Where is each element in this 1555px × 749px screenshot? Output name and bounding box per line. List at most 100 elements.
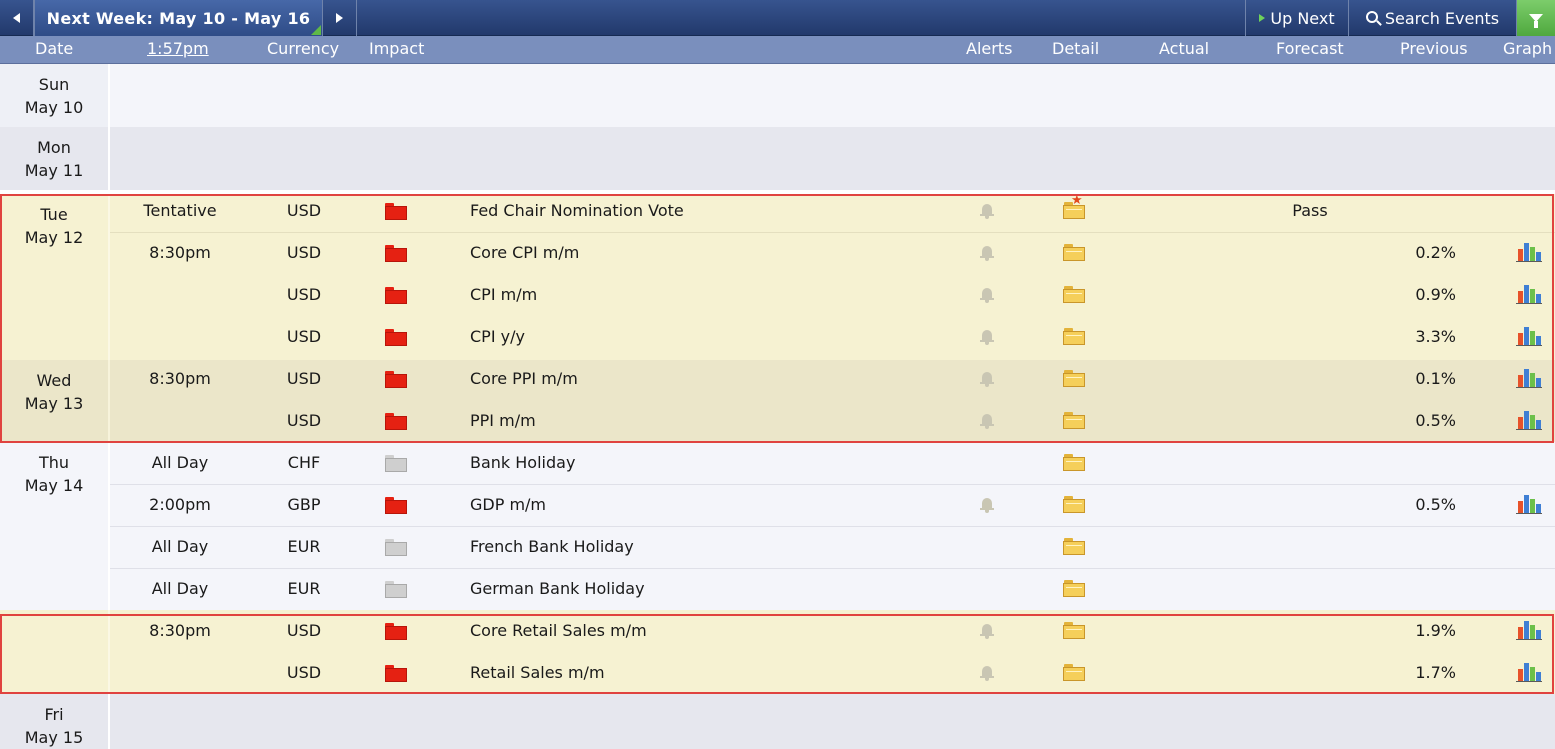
high-impact-icon[interactable]: [385, 413, 407, 430]
detail-folder-icon[interactable]: [1063, 316, 1087, 358]
high-impact-icon[interactable]: [385, 497, 407, 514]
high-impact-icon[interactable]: [385, 329, 407, 346]
filter-button[interactable]: [1517, 0, 1555, 36]
detail-folder-icon[interactable]: [1063, 526, 1087, 568]
event-name[interactable]: Core Retail Sales m/m: [470, 610, 647, 652]
alert-bell-icon[interactable]: [980, 274, 1000, 316]
non-economic-impact-icon[interactable]: [385, 581, 407, 598]
graph-icon[interactable]: [1516, 400, 1542, 442]
impact-body: [385, 542, 407, 556]
folder-body: [1063, 415, 1085, 429]
detail-folder-icon[interactable]: [1063, 232, 1087, 274]
folder-shape: [1063, 538, 1085, 555]
event-name[interactable]: Fed Chair Nomination Vote: [470, 190, 684, 232]
alert-bell-icon[interactable]: [980, 316, 1000, 358]
event-row[interactable]: All Day CHF Bank Holiday: [0, 442, 1555, 484]
event-name[interactable]: German Bank Holiday: [470, 568, 645, 610]
folder-body: [1063, 247, 1085, 261]
current-time-link[interactable]: 1:57pm: [147, 36, 209, 64]
up-next-button[interactable]: Up Next: [1245, 0, 1349, 36]
event-row[interactable]: 8:30pm USD Core Retail Sales m/m 1.9%: [0, 610, 1555, 652]
high-impact-icon[interactable]: [385, 245, 407, 262]
alert-bell-icon[interactable]: [980, 652, 1000, 694]
event-name[interactable]: Retail Sales m/m: [470, 652, 605, 694]
high-impact-icon[interactable]: [385, 371, 407, 388]
event-row[interactable]: All Day EUR French Bank Holiday: [0, 526, 1555, 568]
search-events-button[interactable]: Search Events: [1349, 0, 1517, 36]
event-row[interactable]: USD CPI y/y 3.3%: [0, 316, 1555, 358]
column-header-bar: Date 1:57pm Currency Impact Alerts Detai…: [0, 36, 1555, 64]
folder-shape: ★: [1063, 194, 1085, 219]
bell-shape: [980, 624, 994, 639]
detail-folder-icon[interactable]: [1063, 358, 1087, 400]
event-row[interactable]: USD Retail Sales m/m 1.7%: [0, 652, 1555, 694]
event-forecast: [1250, 316, 1370, 358]
event-row[interactable]: USD CPI m/m 0.9%: [0, 274, 1555, 316]
graph-icon[interactable]: [1516, 274, 1542, 316]
non-economic-impact-icon[interactable]: [385, 539, 407, 556]
alert-bell-icon[interactable]: [980, 190, 1000, 232]
detail-folder-icon[interactable]: [1063, 442, 1087, 484]
high-impact-icon[interactable]: [385, 203, 407, 220]
folder-shape: [1063, 370, 1085, 387]
alert-bell-icon[interactable]: [980, 232, 1000, 274]
graph-bar: [1524, 495, 1529, 513]
alert-bell-icon[interactable]: [980, 484, 1000, 526]
week-title[interactable]: Next Week: May 10 - May 16: [34, 0, 323, 36]
alert-bell-icon[interactable]: [980, 400, 1000, 442]
graph-bar: [1536, 672, 1541, 681]
graph-icon[interactable]: [1516, 610, 1542, 652]
high-impact-icon[interactable]: [385, 665, 407, 682]
graph-baseline: [1516, 261, 1542, 262]
folder-body: [1063, 667, 1085, 681]
event-name[interactable]: CPI m/m: [470, 274, 537, 316]
event-name[interactable]: PPI m/m: [470, 400, 536, 442]
day-group-fri: Fri May 15: [0, 694, 1555, 749]
graph-icon[interactable]: [1516, 316, 1542, 358]
event-name[interactable]: GDP m/m: [470, 484, 546, 526]
event-row[interactable]: Tentative USD Fed Chair Nomination Vote ★ Pa…: [0, 190, 1555, 232]
event-currency: CHF: [287, 453, 321, 472]
detail-folder-icon[interactable]: [1063, 400, 1087, 442]
event-row[interactable]: 8:30pm USD Core PPI m/m 0.1%: [0, 358, 1555, 400]
graph-bar: [1530, 373, 1535, 387]
detail-folder-icon[interactable]: [1063, 274, 1087, 316]
graph-icon[interactable]: [1516, 484, 1542, 526]
event-row[interactable]: 2:00pm GBP GDP m/m 0.5%: [0, 484, 1555, 526]
detail-folder-icon[interactable]: [1063, 610, 1087, 652]
graph-icon[interactable]: [1516, 232, 1542, 274]
event-name[interactable]: CPI y/y: [470, 316, 525, 358]
detail-folder-icon[interactable]: [1063, 484, 1087, 526]
column-header-graph: Graph: [1503, 39, 1553, 58]
high-impact-icon[interactable]: [385, 623, 407, 640]
alert-bell-icon[interactable]: [980, 358, 1000, 400]
event-name[interactable]: Core PPI m/m: [470, 358, 578, 400]
non-economic-impact-icon[interactable]: [385, 455, 407, 472]
alert-bell-icon[interactable]: [980, 610, 1000, 652]
detail-folder-icon[interactable]: [1063, 568, 1087, 610]
high-impact-icon[interactable]: [385, 287, 407, 304]
next-week-button[interactable]: [323, 0, 357, 36]
detail-folder-icon[interactable]: [1063, 652, 1087, 694]
event-row[interactable]: USD PPI m/m 0.5%: [0, 400, 1555, 442]
triangle-right-icon: [336, 13, 343, 23]
event-name[interactable]: Bank Holiday: [470, 442, 575, 484]
event-row[interactable]: All Day EUR German Bank Holiday: [0, 568, 1555, 610]
graph-bar: [1530, 667, 1535, 681]
detail-folder-star-icon[interactable]: ★: [1063, 190, 1087, 232]
graph-bar: [1536, 420, 1541, 429]
event-row[interactable]: 8:30pm USD Core CPI m/m 0.2%: [0, 232, 1555, 274]
bell-shape: [980, 498, 994, 513]
event-name[interactable]: French Bank Holiday: [470, 526, 634, 568]
previous-week-button[interactable]: [0, 0, 34, 36]
event-previous: 1.7%: [1415, 663, 1456, 682]
event-forecast: [1250, 358, 1370, 400]
graph-bar: [1518, 291, 1523, 303]
folder-body: [1063, 583, 1085, 597]
graph-bar: [1530, 331, 1535, 345]
event-name[interactable]: Core CPI m/m: [470, 232, 579, 274]
folder-shape: [1063, 412, 1085, 429]
graph-icon[interactable]: [1516, 652, 1542, 694]
day-weekday: Fri: [44, 705, 64, 724]
graph-icon[interactable]: [1516, 358, 1542, 400]
